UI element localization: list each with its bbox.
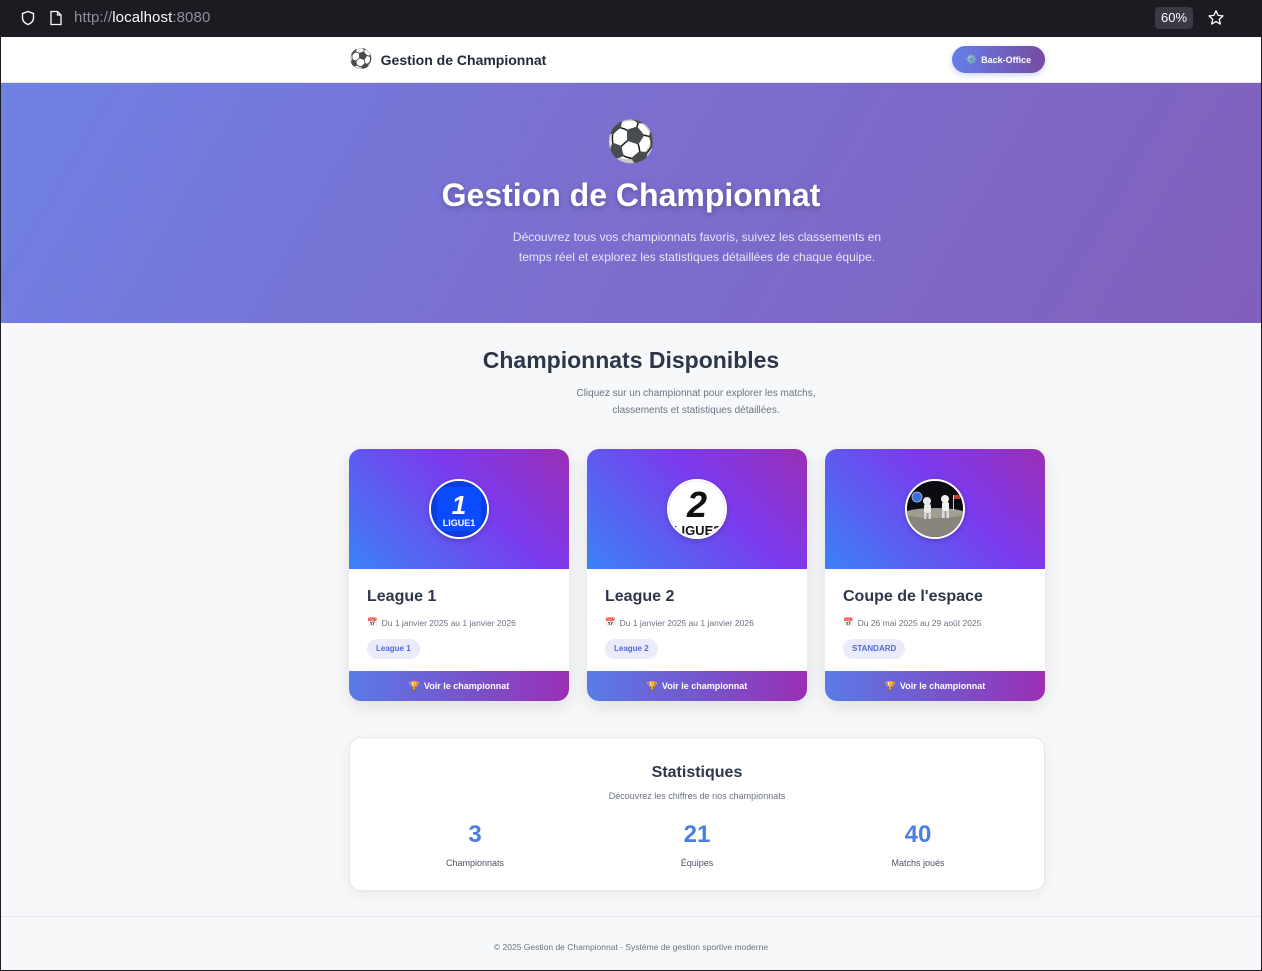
card-title: League 2 xyxy=(605,588,675,605)
url-prefix: http:// xyxy=(74,9,113,26)
calendar-icon: 📅 xyxy=(367,617,378,627)
stat-value: 21 xyxy=(683,821,711,848)
stat-label: Championnats xyxy=(445,858,505,868)
card-type-badge: STANDARD xyxy=(843,639,906,659)
shield-icon[interactable] xyxy=(19,9,37,27)
gear-icon: ⚙️ xyxy=(965,54,978,64)
card-date-range: Du 1 janvier 2025 au 1 janvier 2026 xyxy=(619,617,754,628)
stat-value: 40 xyxy=(904,821,932,848)
stat-teams: 21 Équipes xyxy=(627,820,767,868)
view-championship-label: Voir le championnat xyxy=(899,681,986,691)
hero-title: Gestion de Championnat xyxy=(441,177,821,213)
view-championship-button[interactable]: 🏆 Voir le championnat xyxy=(825,671,1045,701)
view-championship-button[interactable]: 🏆 Voir le championnat xyxy=(349,671,569,701)
stat-value: 3 xyxy=(468,821,482,848)
card-dates: 📅 Du 1 janvier 2025 au 1 janvier 2026 xyxy=(605,617,754,628)
url-port: :8080 xyxy=(172,9,211,26)
calendar-icon: 📅 xyxy=(843,617,854,627)
hero-description: Découvrez tous vos championnats favoris,… xyxy=(512,230,882,264)
url-host: localhost xyxy=(112,9,173,26)
card-date-range: Du 26 mai 2025 au 29 août 2025 xyxy=(857,617,982,628)
stat-label: Équipes xyxy=(680,858,714,868)
ligue2-logo: 2 LIGUE2 xyxy=(667,479,727,539)
statistics-description: Découvrez les chiffres de nos championna… xyxy=(608,791,786,801)
page-footer: © 2025 Gestion de Championnat - Système … xyxy=(1,916,1261,970)
championship-card-coupe-espace[interactable]: Coupe de l'espace 📅 Du 26 mai 2025 au 29… xyxy=(825,449,1045,701)
card-title: League 1 xyxy=(367,588,437,605)
page-viewport: ⚽ Gestion de Championnat ⚙️ Back-Office … xyxy=(1,37,1261,970)
stat-label: Matchs joués xyxy=(891,858,945,868)
card-dates: 📅 Du 26 mai 2025 au 29 août 2025 xyxy=(843,617,981,628)
statistics-panel: Statistiques Découvrez les chiffres de n… xyxy=(349,737,1045,891)
calendar-icon: 📅 xyxy=(605,617,616,627)
card-type-badge: League 1 xyxy=(367,639,420,659)
card-date-range: Du 1 janvier 2025 au 1 janvier 2026 xyxy=(381,617,516,628)
brand-link[interactable]: ⚽ Gestion de Championnat xyxy=(349,49,546,71)
view-championship-label: Voir le championnat xyxy=(423,681,510,691)
championship-card-league-1[interactable]: 1 LIGUE1 League 1 📅 Du 1 janvier 2025 au… xyxy=(349,449,569,701)
navbar: ⚽ Gestion de Championnat ⚙️ Back-Office xyxy=(1,37,1261,83)
card-header: 2 LIGUE2 xyxy=(587,449,807,569)
soccer-ball-icon: ⚽ xyxy=(349,49,373,70)
statistics-title: Statistiques xyxy=(651,764,743,781)
logo-number: 2 xyxy=(686,484,707,525)
card-header: 1 LIGUE1 xyxy=(349,449,569,569)
stat-matches: 40 Matchs joués xyxy=(848,820,988,868)
back-office-button[interactable]: ⚙️ Back-Office xyxy=(952,46,1045,73)
trophy-icon: 🏆 xyxy=(408,680,420,691)
space-astronaut-logo xyxy=(905,479,965,539)
logo-text: LIGUE2 xyxy=(674,523,721,537)
section-title: Championnats Disponibles xyxy=(482,347,780,373)
section-description: Cliquez sur un championnat pour explorer… xyxy=(576,388,816,416)
back-office-label: Back-Office xyxy=(981,54,1032,65)
trophy-icon: 🏆 xyxy=(646,680,658,691)
view-championship-label: Voir le championnat xyxy=(661,681,748,691)
card-dates: 📅 Du 1 janvier 2025 au 1 janvier 2026 xyxy=(367,617,516,628)
address-bar[interactable]: http://localhost:8080 xyxy=(74,9,210,26)
ligue1-logo: 1 LIGUE1 xyxy=(429,479,489,539)
card-type-badge: League 2 xyxy=(605,639,658,659)
card-header xyxy=(825,449,1045,569)
soccer-ball-icon: ⚽ xyxy=(606,120,656,164)
footer-copyright: © 2025 Gestion de Championnat - Système … xyxy=(493,942,769,952)
trophy-icon: 🏆 xyxy=(884,680,896,691)
brand-title: Gestion de Championnat xyxy=(380,52,547,68)
hero-banner: ⚽ Gestion de Championnat Découvrez tous … xyxy=(1,83,1261,323)
logo-number: 1 xyxy=(452,490,466,520)
stat-championships: 3 Championnats xyxy=(405,820,545,868)
view-championship-button[interactable]: 🏆 Voir le championnat xyxy=(587,671,807,701)
championship-card-league-2[interactable]: 2 LIGUE2 League 2 📅 Du 1 janvier 2025 au… xyxy=(587,449,807,701)
star-icon[interactable] xyxy=(1207,9,1225,27)
browser-toolbar: http://localhost:8080 60% xyxy=(0,0,1262,36)
zoom-level-badge[interactable]: 60% xyxy=(1155,7,1194,29)
card-title: Coupe de l'espace xyxy=(843,588,983,605)
logo-text: LIGUE1 xyxy=(443,518,476,528)
page-icon xyxy=(47,9,65,27)
